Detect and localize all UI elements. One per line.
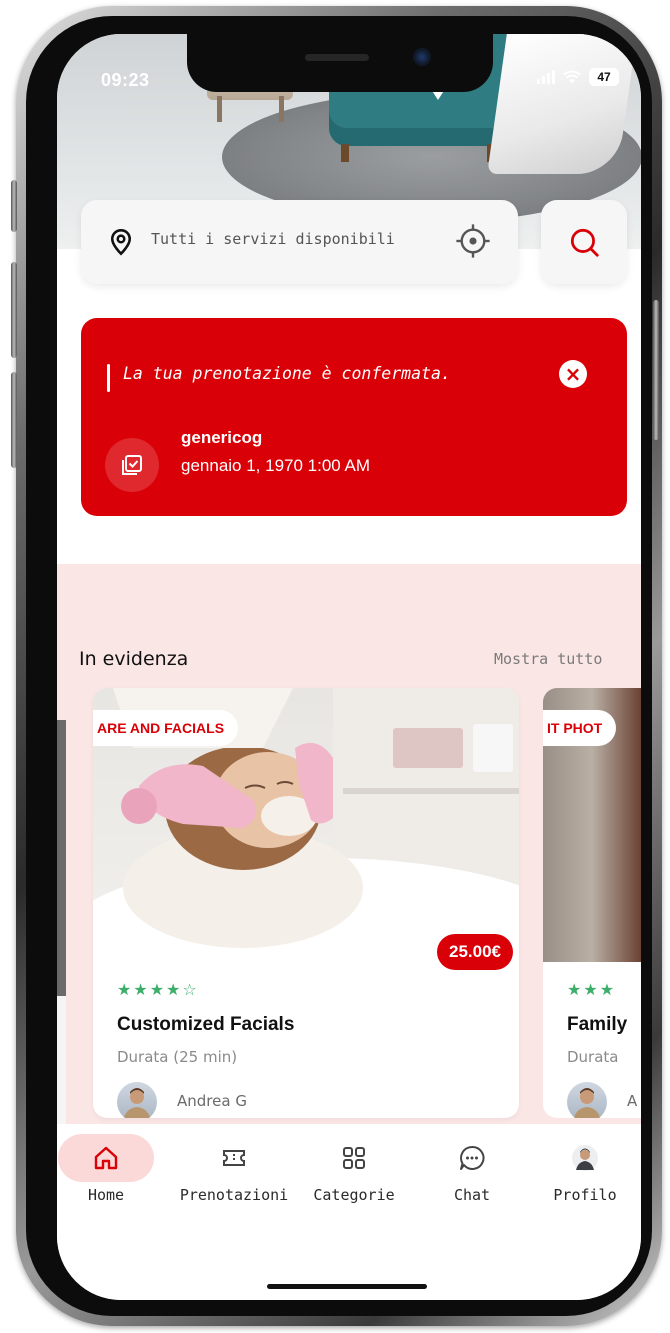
search-placeholder: Tutti i servizi disponibili (151, 230, 395, 248)
locate-me-icon[interactable] (454, 222, 492, 260)
search-input[interactable]: Tutti i servizi disponibili (81, 200, 518, 284)
service-title: Customized Facials (117, 1014, 295, 1035)
alert-booking-name: genericog (181, 428, 263, 447)
power-button (653, 300, 659, 440)
home-icon (58, 1134, 154, 1182)
provider-name: Andrea G (177, 1092, 247, 1110)
rating-stars: ★★★ (567, 980, 617, 999)
service-card-next[interactable]: IT PHOT ★★★ Family Durata A (543, 688, 641, 1118)
grid-icon (306, 1134, 402, 1182)
nav-categorie[interactable]: Categorie (294, 1134, 414, 1204)
hero-stool-leg (217, 96, 222, 122)
hero-chair-leg (341, 144, 349, 162)
search-button[interactable] (541, 200, 627, 284)
section-title: In evidenza (79, 648, 189, 670)
front-camera (413, 48, 431, 66)
nav-label: Categorie (313, 1186, 395, 1204)
service-duration: Durata (25 min) (117, 1048, 238, 1066)
service-duration: Durata (567, 1048, 619, 1066)
previous-card-peek-body[interactable] (57, 996, 66, 1136)
mute-switch (11, 180, 17, 232)
hero-cloth-shape (487, 34, 637, 174)
avatar (537, 1134, 633, 1182)
nav-home[interactable]: Home (57, 1134, 166, 1204)
chat-icon (424, 1134, 520, 1182)
provider-name: A (627, 1092, 638, 1110)
category-badge: IT PHOT (543, 710, 617, 746)
nav-label: Chat (453, 1186, 491, 1204)
close-icon[interactable]: × (559, 360, 587, 388)
nav-chat[interactable]: Chat (412, 1134, 532, 1204)
alert-booking-date: gennaio 1, 1970 1:00 AM (181, 456, 371, 475)
previous-card-peek[interactable] (57, 720, 66, 996)
location-pin-icon (110, 229, 132, 256)
wifi-icon (563, 70, 581, 84)
bottom-nav: Home Prenotazioni Categorie Chat Profilo (57, 1124, 641, 1300)
nav-label: Home (87, 1186, 125, 1204)
price-badge: 25.00€ (437, 934, 513, 970)
nav-label: Prenotazioni (179, 1186, 289, 1204)
booking-confirmed-alert[interactable]: La tua prenotazione è confermata. × gene… (81, 318, 627, 516)
nav-profilo[interactable]: Profilo (525, 1134, 641, 1204)
ticket-icon (186, 1134, 282, 1182)
status-icons: 47 (537, 68, 619, 86)
avatar (567, 1082, 607, 1118)
category-badge: ARE AND FACIALS (93, 710, 239, 746)
avatar (117, 1082, 157, 1118)
calendar-check-icon (105, 438, 159, 492)
show-all-link[interactable]: Mostra tutto (494, 650, 602, 668)
speaker-grille (305, 54, 369, 61)
service-title: Family (567, 1014, 628, 1035)
volume-down-button (11, 372, 17, 468)
home-indicator[interactable] (267, 1284, 427, 1289)
nav-prenotazioni[interactable]: Prenotazioni (159, 1134, 309, 1204)
nav-label: Profilo (553, 1186, 617, 1204)
signal-icon (537, 70, 555, 84)
alert-message: La tua prenotazione è confermata. (123, 364, 451, 383)
search-icon (570, 228, 599, 257)
hero-stool-leg (279, 96, 284, 122)
volume-up-button (11, 262, 17, 358)
service-card[interactable]: ARE AND FACIALS 25.00€ ★★★★☆ Customized … (93, 688, 519, 1118)
app-screen: 09:23 47 Tutti i servizi disponibili La … (57, 34, 641, 1300)
notch (187, 34, 493, 92)
battery-indicator: 47 (589, 68, 619, 86)
alert-accent-bar (107, 364, 110, 392)
rating-stars: ★★★★☆ (117, 980, 199, 999)
status-time: 09:23 (101, 70, 150, 90)
